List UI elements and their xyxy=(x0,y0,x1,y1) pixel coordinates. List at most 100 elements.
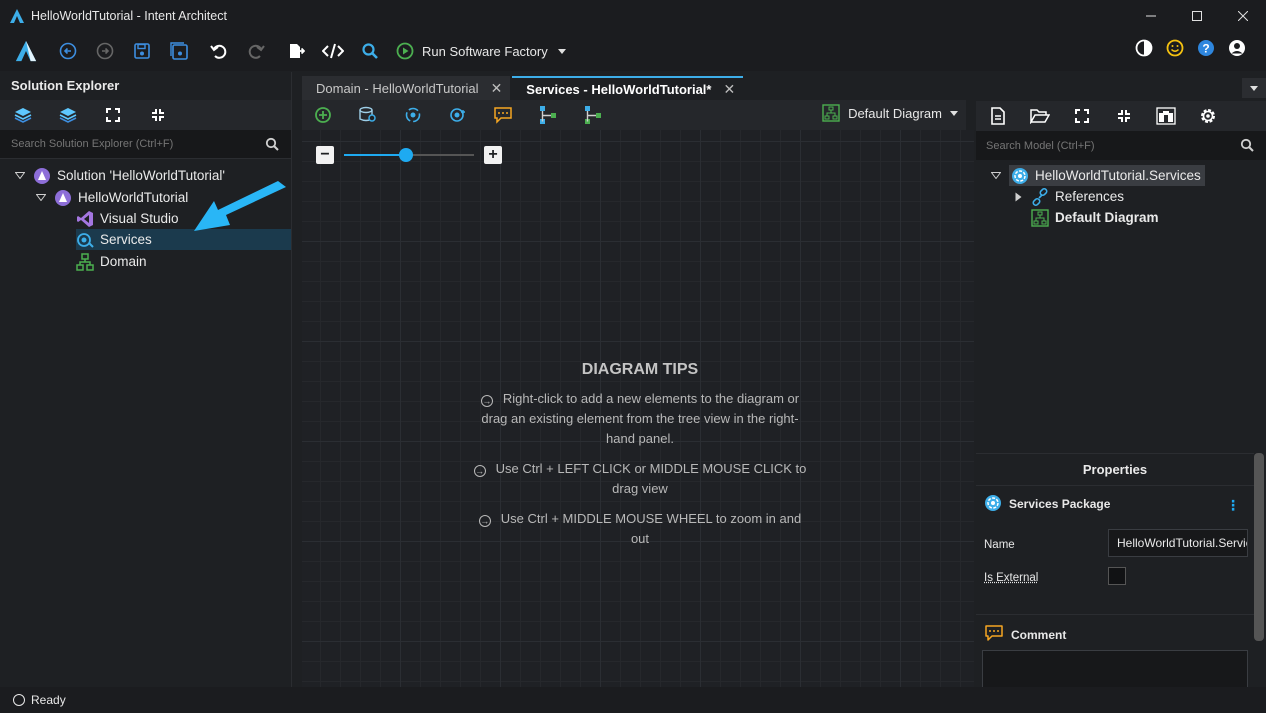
service-add-icon xyxy=(450,108,465,122)
code-icon xyxy=(322,43,344,59)
tree-item-visual-studio[interactable]: Visual Studio xyxy=(76,208,179,229)
search-icon[interactable] xyxy=(1240,138,1254,152)
tree-item-default-diagram[interactable]: Default Diagram xyxy=(1031,207,1159,228)
minimize-button[interactable] xyxy=(1128,0,1174,31)
play-circle-icon xyxy=(396,42,414,60)
arrow-right-circle-icon: → xyxy=(480,395,493,407)
search-icon[interactable] xyxy=(265,137,279,151)
layout-horizontal-button[interactable] xyxy=(581,103,605,127)
is-external-checkbox[interactable] xyxy=(1108,567,1126,585)
add-operation-button[interactable] xyxy=(446,103,470,127)
save-button[interactable] xyxy=(130,39,154,63)
undo-button[interactable] xyxy=(207,39,231,63)
tip-text: Use Ctrl + LEFT CLICK or MIDDLE MOUSE CL… xyxy=(495,461,807,496)
model-toolbar xyxy=(976,101,1266,131)
theme-toggle-button[interactable] xyxy=(1135,39,1153,60)
expanded-arrow-icon[interactable] xyxy=(14,172,26,179)
add-comment-button[interactable] xyxy=(491,103,515,127)
search-button[interactable] xyxy=(358,39,382,63)
tab-services[interactable]: Services - HelloWorldTutorial* ✕ xyxy=(512,76,744,100)
save-all-icon xyxy=(170,42,188,60)
run-software-factory-button[interactable]: Run Software Factory xyxy=(396,42,566,60)
maximize-icon xyxy=(1192,10,1202,21)
status-text: Ready xyxy=(31,693,66,707)
save-all-button[interactable] xyxy=(167,39,191,63)
export-icon xyxy=(290,44,305,58)
application-icon xyxy=(54,189,72,207)
redo-button[interactable] xyxy=(244,39,268,63)
zoom-out-button[interactable]: − xyxy=(316,146,334,164)
solution-explorer-panel: Solution Explorer Solution 'HelloWorldTu… xyxy=(0,72,292,687)
tree-item-domain[interactable]: Domain xyxy=(76,251,147,272)
add-application-button[interactable] xyxy=(11,103,35,127)
diagram-canvas[interactable]: − + DIAGRAM TIPS → Right-click to add a n… xyxy=(302,130,974,687)
app-logo-button[interactable] xyxy=(14,39,38,63)
export-button[interactable] xyxy=(284,39,308,63)
add-existing-application-button[interactable] xyxy=(56,103,80,127)
add-circle-icon xyxy=(315,107,331,123)
collapse-all-button[interactable] xyxy=(146,103,170,127)
settings-button[interactable] xyxy=(1196,104,1220,128)
tab-domain[interactable]: Domain - HelloWorldTutorial ✕ xyxy=(302,76,511,100)
zoom-in-button[interactable]: + xyxy=(484,146,502,164)
collapsed-arrow-icon[interactable] xyxy=(1012,192,1024,202)
diagram-icon xyxy=(1031,208,1049,227)
maximize-button[interactable] xyxy=(1174,0,1220,31)
solution-explorer-toolbar xyxy=(0,100,291,130)
tab-label: Services - HelloWorldTutorial* xyxy=(526,81,712,97)
back-button[interactable] xyxy=(56,39,80,63)
tree-item-label: HelloWorldTutorial.Services xyxy=(1035,168,1201,183)
model-search-input[interactable] xyxy=(976,139,1216,152)
add-from-database-button[interactable] xyxy=(356,103,380,127)
tab-overflow-button[interactable] xyxy=(1242,78,1266,98)
collapse-all-button[interactable] xyxy=(1112,104,1136,128)
feedback-button[interactable] xyxy=(1166,39,1184,60)
new-file-button[interactable] xyxy=(986,104,1010,128)
properties-title: Properties xyxy=(976,454,1254,486)
expand-all-button[interactable] xyxy=(101,103,125,127)
main-toolbar: Run Software Factory ? xyxy=(0,31,1266,71)
help-button[interactable]: ? xyxy=(1197,39,1215,60)
comment-label: Comment xyxy=(1011,627,1067,642)
account-button[interactable] xyxy=(1228,39,1246,60)
close-icon[interactable]: ✕ xyxy=(723,81,735,98)
solution-explorer-search-input[interactable] xyxy=(0,138,250,150)
forward-button[interactable] xyxy=(93,39,117,63)
package-icon xyxy=(1011,167,1029,185)
properties-panel: Properties Services Package ⋮ Name Hello… xyxy=(976,453,1254,690)
tree-item-application[interactable]: HelloWorldTutorial xyxy=(35,187,188,208)
undo-icon xyxy=(210,44,227,59)
find-button[interactable] xyxy=(1154,104,1178,128)
close-icon[interactable]: ✕ xyxy=(491,80,503,97)
expand-all-button[interactable] xyxy=(1070,104,1094,128)
diagram-selector[interactable]: Default Diagram xyxy=(822,104,958,122)
domain-icon xyxy=(76,252,94,271)
name-field[interactable]: HelloWorldTutorial.Services xyxy=(1108,529,1248,557)
editor-tabs: Domain - HelloWorldTutorial ✕ Services -… xyxy=(302,72,966,100)
diagram-selector-label: Default Diagram xyxy=(848,105,942,121)
expanded-arrow-icon[interactable] xyxy=(990,172,1002,179)
help-icon: ? xyxy=(1198,40,1214,56)
more-options-icon[interactable]: ⋮ xyxy=(1226,497,1240,514)
expanded-arrow-icon[interactable] xyxy=(35,194,47,201)
properties-scrollbar[interactable] xyxy=(1254,453,1264,641)
model-search xyxy=(976,131,1266,160)
comment-field[interactable] xyxy=(982,650,1248,690)
hierarchy-icon xyxy=(585,106,601,124)
zoom-slider-handle[interactable] xyxy=(399,148,413,162)
tip-text: Use Ctrl + MIDDLE MOUSE WHEEL to zoom in… xyxy=(500,511,802,546)
arrow-right-circle-icon: → xyxy=(478,515,491,527)
zoom-slider[interactable] xyxy=(344,146,474,164)
tree-item-services-package[interactable]: HelloWorldTutorial.Services xyxy=(990,165,1205,186)
add-service-button[interactable] xyxy=(401,103,425,127)
open-folder-button[interactable] xyxy=(1028,104,1052,128)
tree-item-references[interactable]: References xyxy=(1012,186,1124,207)
add-element-button[interactable] xyxy=(311,103,335,127)
layout-vertical-button[interactable] xyxy=(536,103,560,127)
properties-element-type: Services Package xyxy=(1009,497,1111,511)
tree-item-label: Services xyxy=(100,232,152,247)
window-title: HelloWorldTutorial - Intent Architect xyxy=(31,8,227,23)
code-button[interactable] xyxy=(321,39,345,63)
svg-text:?: ? xyxy=(1202,42,1209,56)
close-window-button[interactable] xyxy=(1220,0,1266,31)
